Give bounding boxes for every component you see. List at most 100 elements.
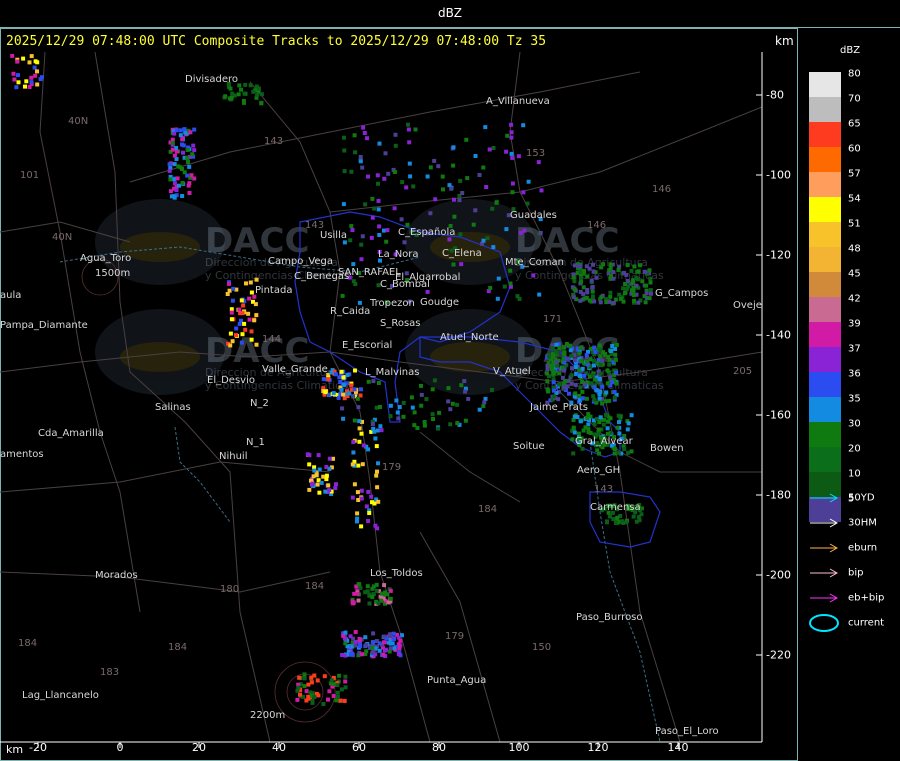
track-legend-label: eburn (848, 542, 878, 554)
echo-pixel (351, 440, 356, 445)
echo-pixel (317, 467, 322, 472)
echo-pixel (33, 59, 38, 64)
echo-pixel (360, 234, 365, 239)
echo-pixel (242, 91, 247, 96)
echo-pixel (342, 699, 347, 703)
y-tick-label: -100 (766, 168, 791, 182)
road-number-label: 179 (382, 462, 401, 473)
echo-pixel (592, 299, 597, 304)
echo-pixel (373, 523, 378, 528)
echo-pixel (477, 173, 482, 177)
current-track-icon (809, 614, 839, 632)
echo-pixel (584, 359, 589, 364)
legend-swatch-57 (809, 172, 841, 197)
echo-pixel (610, 344, 615, 348)
echo-pixel (251, 89, 256, 94)
echo-pixel (370, 196, 375, 201)
echo-pixel (331, 682, 336, 686)
road-number-label: 180 (220, 584, 239, 595)
x-axis-unit: km (6, 743, 24, 756)
echo-pixel (509, 151, 514, 156)
echo-pixel (227, 281, 231, 286)
echo-pixel (579, 279, 584, 284)
echo-pixel (419, 383, 423, 388)
echo-pixel (620, 519, 625, 524)
echo-pixel (504, 227, 509, 232)
road-number-label: 184 (305, 581, 324, 592)
echo-pixel (615, 515, 620, 520)
echo-pixel (339, 687, 344, 692)
place-label: N_1 (246, 437, 265, 448)
echo-pixel (425, 289, 430, 294)
echo-pixel (379, 591, 384, 596)
echo-pixel (525, 201, 530, 206)
echo-pixel (234, 326, 239, 331)
echo-pixel (574, 365, 578, 369)
echo-pixel (356, 598, 361, 603)
echo-pixel (473, 208, 478, 213)
echo-pixel (359, 524, 364, 529)
echo-pixel (350, 462, 355, 467)
road-number-label: 150 (532, 642, 551, 653)
echo-pixel (588, 357, 593, 362)
echo-pixel (644, 283, 648, 288)
echo-pixel (459, 262, 464, 267)
echo-pixel (557, 346, 562, 351)
echo-pixel (545, 371, 549, 376)
echo-pixel (341, 392, 346, 397)
x-tick-label: -20 (29, 741, 47, 754)
echo-pixel (178, 133, 183, 138)
echo-pixel (384, 647, 389, 652)
echo-pixel (422, 423, 427, 428)
echo-pixel (510, 181, 515, 186)
echo-pixel (400, 180, 405, 185)
echo-pixel (411, 184, 416, 189)
road-number-label: 179 (445, 631, 464, 642)
echo-pixel (626, 421, 631, 426)
road-number-label: 143 (264, 136, 283, 147)
echo-pixel (172, 195, 177, 200)
place-label: C_Española (398, 227, 455, 238)
echo-pixel (584, 353, 589, 357)
echo-pixel (575, 415, 580, 419)
echo-pixel (356, 498, 361, 502)
echo-pixel (554, 359, 559, 364)
radar-map[interactable]: DACCDireccion de Agriculturay Contingenc… (0, 52, 797, 761)
echo-pixel (340, 406, 345, 411)
x-tick-label: 40 (272, 741, 286, 754)
echo-pixel (614, 370, 619, 375)
echo-pixel (356, 463, 361, 468)
echo-pixel (622, 447, 627, 451)
echo-pixel (422, 420, 427, 424)
echo-pixel (365, 136, 369, 141)
echo-pixel (625, 263, 630, 268)
echo-pixel (253, 302, 258, 307)
echo-pixel (306, 682, 311, 687)
x-tick-label: 80 (432, 741, 446, 754)
echo-pixel (183, 130, 188, 135)
echo-pixel (401, 414, 406, 419)
echo-pixel (259, 101, 264, 106)
echo-pixel (597, 420, 602, 425)
echo-pixel (350, 228, 355, 232)
echo-pixel (363, 635, 368, 640)
echo-pixel (557, 382, 562, 387)
legend-swatch-70 (809, 97, 841, 122)
echo-pixel (604, 412, 608, 417)
legend-swatch-48 (809, 247, 841, 272)
echo-pixel (321, 702, 326, 706)
echo-pixel (579, 275, 583, 280)
road-number-label: 143 (305, 220, 324, 231)
legend-level-label: 20 (848, 443, 861, 455)
place-label: amentos (0, 449, 44, 460)
legend-swatch-36 (809, 372, 841, 397)
echo-pixel (338, 698, 343, 703)
echo-pixel (394, 398, 399, 403)
echo-pixel (366, 174, 370, 179)
echo-pixel (561, 356, 566, 361)
echo-pixel (358, 159, 363, 164)
echo-pixel (605, 520, 609, 525)
place-label: Atuel_Norte (440, 332, 499, 343)
legend-level-label: 51 (848, 218, 861, 230)
echo-pixel (482, 400, 487, 405)
